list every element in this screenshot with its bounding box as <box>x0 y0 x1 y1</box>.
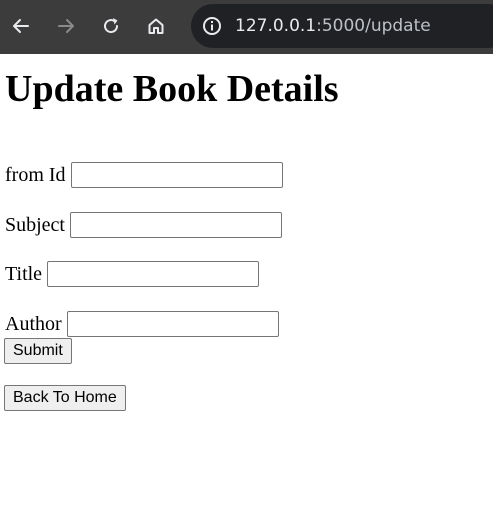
forward-arrow-icon[interactable] <box>54 12 78 40</box>
browser-toolbar: 127.0.0.1:5000/update <box>0 0 493 54</box>
subject-input[interactable] <box>70 212 282 238</box>
author-input[interactable] <box>66 311 279 337</box>
subject-label: Subject <box>5 214 65 236</box>
title-label: Title <box>5 263 43 285</box>
back-arrow-icon[interactable] <box>9 12 33 40</box>
url-text[interactable]: 127.0.0.1:5000/update <box>235 15 431 37</box>
url-host: 127.0.0.1 <box>235 16 317 36</box>
author-label: Author <box>5 313 62 335</box>
home-icon[interactable] <box>144 12 168 40</box>
title-row: Title <box>5 261 260 287</box>
title-input[interactable] <box>47 261 260 287</box>
from-id-input[interactable] <box>70 162 283 188</box>
author-row: Author <box>5 311 279 337</box>
page-content: Update Book Details from Id Subject Titl… <box>0 54 493 527</box>
url-path: :5000/update <box>316 16 431 36</box>
address-bar[interactable]: 127.0.0.1:5000/update <box>191 4 493 48</box>
submit-button[interactable]: Submit <box>4 338 72 364</box>
subject-row: Subject <box>5 212 282 238</box>
reload-icon[interactable] <box>99 12 123 40</box>
from-id-label: from Id <box>5 164 66 186</box>
site-info-icon[interactable] <box>201 15 223 37</box>
back-to-home-button[interactable]: Back To Home <box>4 385 126 411</box>
page-title: Update Book Details <box>5 68 339 110</box>
from-id-row: from Id <box>5 162 283 188</box>
